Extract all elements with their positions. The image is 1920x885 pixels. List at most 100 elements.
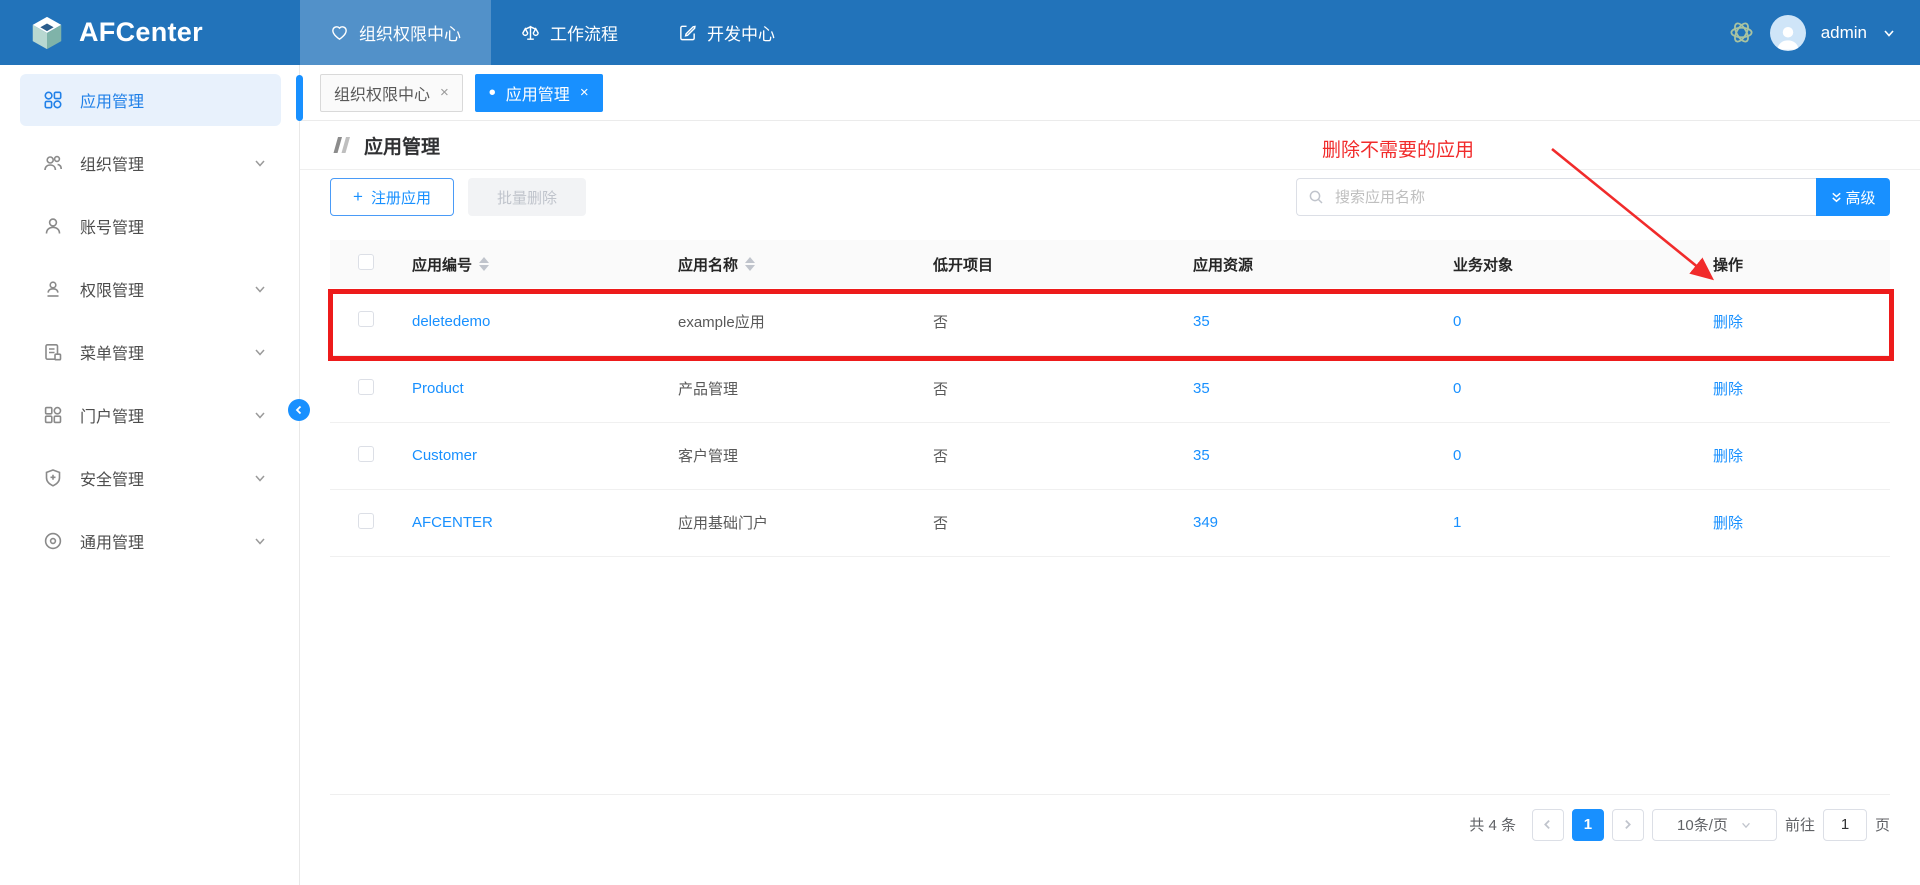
delete-link[interactable]: 删除 bbox=[1713, 314, 1743, 331]
advanced-search-button[interactable]: 高级 bbox=[1816, 178, 1890, 216]
user-stamp-icon bbox=[43, 279, 63, 299]
sidebar-item-organization-management[interactable]: 组织管理 bbox=[20, 137, 281, 189]
app-id-link[interactable]: deletedemo bbox=[412, 313, 490, 330]
page-number-button[interactable]: 1 bbox=[1572, 809, 1604, 841]
sidebar-item-account-management[interactable]: 账号管理 bbox=[20, 200, 281, 252]
batch-delete-label: 批量删除 bbox=[497, 187, 557, 208]
register-app-button[interactable]: + 注册应用 bbox=[330, 178, 454, 216]
top-nav: 组织权限中心 工作流程 开发中心 bbox=[300, 0, 805, 65]
brand-name: AFCenter bbox=[79, 17, 203, 48]
page-unit-label: 页 bbox=[1875, 814, 1890, 835]
tab-org-permission-center[interactable]: 组织权限中心 × bbox=[320, 74, 463, 112]
sidebar-item-label: 通用管理 bbox=[80, 529, 144, 553]
ai-assistant-icon[interactable] bbox=[1728, 19, 1755, 46]
nav-item-workflow[interactable]: 工作流程 bbox=[491, 0, 648, 65]
nav-item-label: 工作流程 bbox=[550, 20, 618, 45]
sidebar-item-label: 应用管理 bbox=[80, 88, 144, 112]
low-code-cell: 否 bbox=[933, 381, 948, 398]
search-input[interactable] bbox=[1296, 178, 1816, 216]
nav-item-org-permission-center[interactable]: 组织权限中心 bbox=[300, 0, 491, 65]
sidebar-item-label: 菜单管理 bbox=[80, 340, 144, 364]
sidebar-item-portal-management[interactable]: 门户管理 bbox=[20, 389, 281, 441]
row-checkbox[interactable] bbox=[358, 379, 374, 395]
select-all-checkbox[interactable] bbox=[358, 254, 374, 270]
tab-application-management[interactable]: • 应用管理 × bbox=[475, 74, 603, 112]
chevron-down-icon bbox=[253, 408, 267, 422]
next-page-button[interactable] bbox=[1612, 809, 1644, 841]
top-bar: AFCenter 组织权限中心 工作流程 bbox=[0, 0, 1920, 65]
page-size-value: 10条/页 bbox=[1677, 814, 1728, 835]
sidebar-item-menu-management[interactable]: 菜单管理 bbox=[20, 326, 281, 378]
sidebar-item-application-management[interactable]: 应用管理 bbox=[20, 74, 281, 126]
low-code-cell: 否 bbox=[933, 314, 948, 331]
tab-label: 应用管理 bbox=[506, 81, 570, 105]
main: 组织权限中心 × • 应用管理 × 应用 bbox=[300, 65, 1920, 885]
sidebar-item-label: 组织管理 bbox=[80, 151, 144, 175]
business-objects-link[interactable]: 0 bbox=[1453, 380, 1461, 397]
username[interactable]: admin bbox=[1821, 23, 1867, 43]
column-header-actions: 操作 bbox=[1713, 257, 1743, 274]
page-size-select[interactable]: 10条/页 bbox=[1652, 809, 1777, 841]
prev-page-button[interactable] bbox=[1532, 809, 1564, 841]
close-icon[interactable]: × bbox=[440, 84, 449, 101]
sidebar-collapse-button[interactable] bbox=[288, 399, 310, 421]
nav-item-label: 组织权限中心 bbox=[359, 20, 461, 45]
row-checkbox[interactable] bbox=[358, 513, 374, 529]
applications-table: 应用编号 应用名称 低开项目 应用资源 业务对象 操作 bbox=[330, 240, 1890, 557]
app-name-cell: 客户管理 bbox=[678, 448, 738, 465]
tab-scroll-handle[interactable] bbox=[296, 75, 303, 121]
brand: AFCenter bbox=[0, 0, 300, 65]
nav-item-label: 开发中心 bbox=[707, 20, 775, 45]
sidebar-item-permission-management[interactable]: 权限管理 bbox=[20, 263, 281, 315]
search-group: 高级 bbox=[1296, 178, 1890, 216]
row-checkbox[interactable] bbox=[358, 311, 374, 327]
toolbar: + 注册应用 批量删除 bbox=[330, 178, 1890, 216]
delete-link[interactable]: 删除 bbox=[1713, 381, 1743, 398]
column-header-app-id: 应用编号 bbox=[412, 254, 472, 275]
business-objects-link[interactable]: 0 bbox=[1453, 313, 1461, 330]
row-checkbox[interactable] bbox=[358, 446, 374, 462]
bullseye-icon bbox=[43, 531, 63, 551]
table-row-deletedemo: deletedemo example应用 否 35 0 删除 bbox=[330, 288, 1890, 355]
sidebar-item-general-management[interactable]: 通用管理 bbox=[20, 515, 281, 567]
resources-link[interactable]: 35 bbox=[1193, 380, 1210, 397]
app-root: AFCenter 组织权限中心 工作流程 bbox=[0, 0, 1920, 885]
column-header-resources: 应用资源 bbox=[1193, 257, 1253, 274]
app-name-cell: example应用 bbox=[678, 314, 765, 331]
portal-grid-icon bbox=[43, 405, 63, 425]
app-id-link[interactable]: AFCENTER bbox=[412, 514, 493, 531]
scale-icon bbox=[521, 23, 540, 42]
sidebar-item-security-management[interactable]: 安全管理 bbox=[20, 452, 281, 504]
resources-link[interactable]: 349 bbox=[1193, 514, 1218, 531]
goto-page-input[interactable] bbox=[1823, 809, 1867, 841]
low-code-cell: 否 bbox=[933, 448, 948, 465]
delete-link[interactable]: 删除 bbox=[1713, 515, 1743, 532]
content: 应用管理 + 注册应用 批量删除 bbox=[300, 121, 1920, 885]
close-icon[interactable]: × bbox=[580, 84, 589, 101]
resources-link[interactable]: 35 bbox=[1193, 447, 1210, 464]
goto-label: 前往 bbox=[1785, 814, 1815, 835]
page-header: 应用管理 bbox=[300, 121, 1920, 170]
avatar[interactable] bbox=[1770, 15, 1806, 51]
column-header-low-code: 低开项目 bbox=[933, 257, 993, 274]
table-row-product: Product 产品管理 否 35 0 删除 bbox=[330, 355, 1890, 422]
sort-icon[interactable] bbox=[479, 257, 489, 271]
sidebar-item-label: 安全管理 bbox=[80, 466, 144, 490]
apps-grid-icon bbox=[43, 90, 63, 110]
chevron-down-icon[interactable] bbox=[1882, 26, 1896, 40]
active-dot: • bbox=[489, 83, 496, 103]
delete-link[interactable]: 删除 bbox=[1713, 448, 1743, 465]
business-objects-link[interactable]: 0 bbox=[1453, 447, 1461, 464]
app-id-link[interactable]: Customer bbox=[412, 447, 477, 464]
business-objects-link[interactable]: 1 bbox=[1453, 514, 1461, 531]
app-id-link[interactable]: Product bbox=[412, 380, 464, 397]
register-app-label: 注册应用 bbox=[371, 187, 431, 208]
pagination: 共 4 条 1 10条/页 前往 页 bbox=[330, 809, 1890, 841]
total-count: 共 4 条 bbox=[1469, 814, 1516, 835]
table-row-customer: Customer 客户管理 否 35 0 删除 bbox=[330, 422, 1890, 489]
sort-icon[interactable] bbox=[745, 257, 755, 271]
tab-bar: 组织权限中心 × • 应用管理 × bbox=[300, 65, 1920, 121]
batch-delete-button[interactable]: 批量删除 bbox=[468, 178, 586, 216]
nav-item-dev-center[interactable]: 开发中心 bbox=[648, 0, 805, 65]
resources-link[interactable]: 35 bbox=[1193, 313, 1210, 330]
